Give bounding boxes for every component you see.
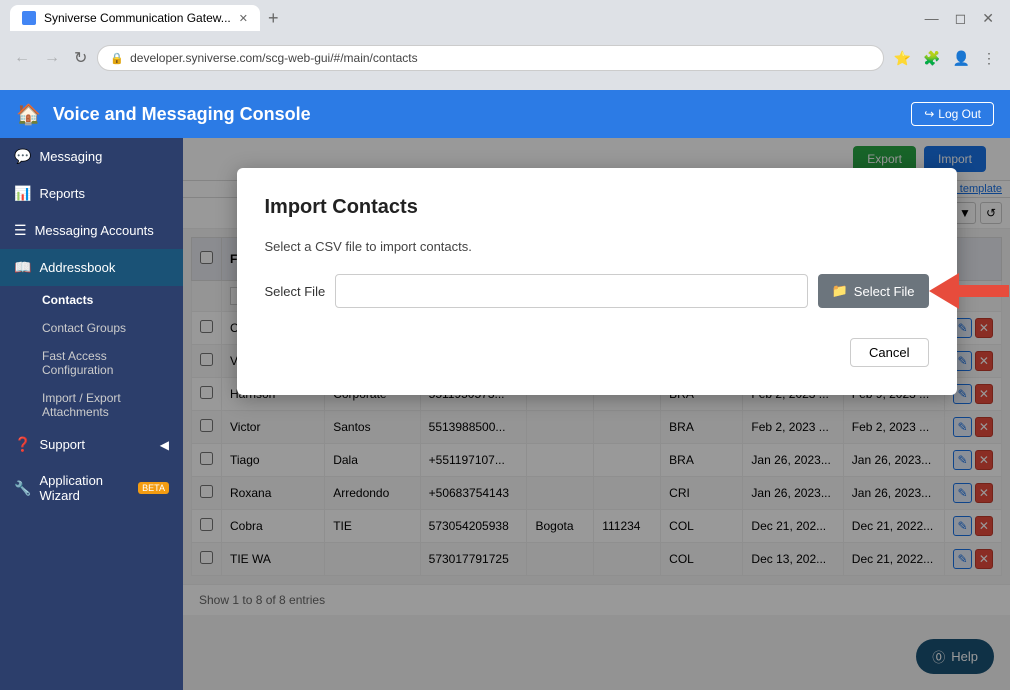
support-icon: ❓ [14,436,31,453]
url-text: developer.syniverse.com/scg-web-gui/#/ma… [130,51,417,65]
profile-btn[interactable]: 👤 [949,46,974,71]
messaging-icon: 💬 [14,148,31,165]
forward-btn[interactable]: → [40,45,64,71]
sidebar-sub-contact-groups[interactable]: Contact Groups [28,314,183,342]
modal-overlay: Import Contacts Select a CSV file to imp… [183,138,1010,690]
logout-label: Log Out [938,107,981,121]
sidebar-item-messaging-accounts[interactable]: ☰ Messaging Accounts [0,212,183,249]
app-title: Voice and Messaging Console [53,104,911,125]
main-content: Export Import Download CSV template ▼ ↺ … [183,138,1010,690]
sidebar-item-addressbook-label: Addressbook [39,260,115,275]
red-arrow-indicator [899,273,1009,309]
app-header: 🏠 Voice and Messaging Console ↪ Log Out [0,90,1010,138]
lock-icon: 🔒 [110,52,124,65]
sidebar: 💬 Messaging 📊 Reports ☰ Messaging Accoun… [0,138,183,690]
browser-chrome: Syniverse Communication Gatew... ✕ + — ◻… [0,0,1010,90]
extensions-btn[interactable]: 🧩 [919,46,944,71]
minimize-btn[interactable]: — [919,8,945,29]
window-controls: — ◻ ✕ [919,8,1000,29]
browser-tab[interactable]: Syniverse Communication Gatew... ✕ [10,5,260,31]
bookmark-star-btn[interactable]: ⭐ [890,46,915,71]
messaging-accounts-icon: ☰ [14,222,27,239]
cancel-button[interactable]: Cancel [850,338,928,367]
sidebar-item-messaging-label: Messaging [39,149,102,164]
tab-favicon [22,11,36,25]
reports-icon: 📊 [14,185,31,202]
addressbook-icon: 📖 [14,259,31,276]
sidebar-sub-import-export[interactable]: Import / Export Attachments [28,384,183,426]
address-bar[interactable]: 🔒 developer.syniverse.com/scg-web-gui/#/… [97,45,883,71]
sidebar-sub-contacts[interactable]: Contacts [28,286,183,314]
sidebar-item-messaging-accounts-label: Messaging Accounts [35,223,154,238]
sidebar-sub-menu: Contacts Contact Groups Fast Access Conf… [0,286,183,426]
sidebar-item-messaging[interactable]: 💬 Messaging [0,138,183,175]
tab-close-btn[interactable]: ✕ [239,12,248,25]
dialog-title: Import Contacts [265,196,929,219]
browser-nav-bar: ← → ↻ 🔒 developer.syniverse.com/scg-web-… [0,36,1010,80]
sidebar-item-reports[interactable]: 📊 Reports [0,175,183,212]
tab-title: Syniverse Communication Gatew... [44,11,231,25]
sidebar-item-addressbook[interactable]: 📖 Addressbook [0,249,183,286]
home-icon: 🏠 [16,102,41,127]
app: 🏠 Voice and Messaging Console ↪ Log Out … [0,90,1010,690]
menu-btn[interactable]: ⋮ [978,46,1000,71]
sidebar-item-reports-label: Reports [39,186,85,201]
back-btn[interactable]: ← [10,45,34,71]
app-wizard-icon: 🔧 [14,480,31,497]
file-input[interactable] [335,274,807,308]
sidebar-item-support[interactable]: ❓ Support ◀ [0,426,183,463]
select-file-label: Select File [265,284,326,299]
import-contacts-dialog: Import Contacts Select a CSV file to imp… [237,168,957,395]
new-tab-btn[interactable]: + [260,8,287,29]
dialog-actions: Cancel [265,338,929,367]
close-btn[interactable]: ✕ [976,8,1000,29]
dialog-form: Select File 📁 Select File [265,274,929,308]
logout-button[interactable]: ↪ Log Out [911,102,994,126]
sidebar-sub-fast-access[interactable]: Fast Access Configuration [28,342,183,384]
reload-btn[interactable]: ↻ [70,44,91,72]
upload-icon: 📁 [832,283,848,299]
sidebar-item-app-wizard[interactable]: 🔧 Application Wizard BETA [0,463,183,513]
support-chevron: ◀ [160,438,169,452]
dialog-description: Select a CSV file to import contacts. [265,239,929,254]
app-body: 💬 Messaging 📊 Reports ☰ Messaging Accoun… [0,138,1010,690]
beta-badge: BETA [138,482,169,494]
browser-action-btns: ⭐ 🧩 👤 ⋮ [890,46,1000,71]
browser-titlebar: Syniverse Communication Gatew... ✕ + — ◻… [0,0,1010,36]
sidebar-item-app-wizard-label: Application Wizard [39,473,126,503]
maximize-btn[interactable]: ◻ [949,8,973,29]
sidebar-item-support-label: Support [39,437,85,452]
logout-icon: ↪ [924,107,934,121]
